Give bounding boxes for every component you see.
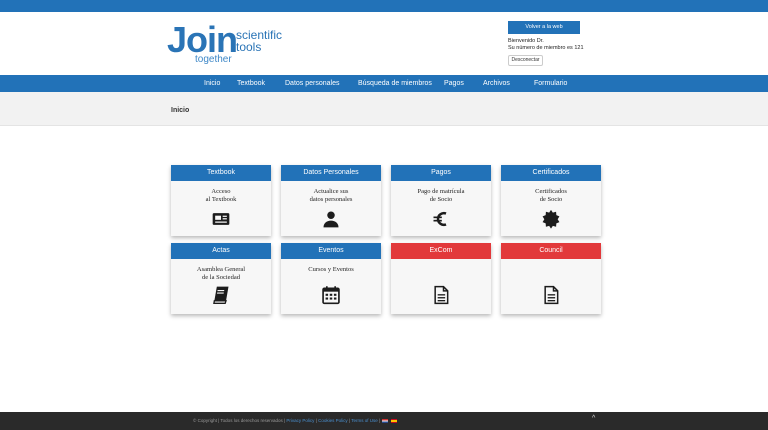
card-line2: de Socio [429,195,453,203]
card-description: Acceso al Textbook [171,188,271,203]
card-description: Cursos y Eventos [281,266,381,274]
card-excom[interactable]: ExCom [391,243,491,314]
footer: © Copyright | Todos los derechos reserva… [0,412,768,430]
card-line1: Cursos y Eventos [308,266,354,273]
card-pagos[interactable]: Pagos Pago de matrícula de Socio [391,165,491,236]
document-icon [541,285,561,305]
newspaper-icon [211,209,231,229]
nav-item-datos-personales[interactable]: Datos personales [285,75,339,92]
nav-item-inicio[interactable]: Inicio [204,75,220,92]
user-icon [321,209,341,229]
header: Join scientific tools together Volver a … [0,12,768,75]
spanish-flag-icon[interactable] [390,418,397,423]
card-title: Eventos [281,243,381,259]
main-nav: Inicio Textbook Datos personales Búsqued… [0,75,768,92]
nav-item-formulario[interactable]: Formulario [534,75,567,92]
page-title: Inicio [171,107,190,114]
nav-item-pagos[interactable]: Pagos [444,75,464,92]
card-description: Asamblea General de la Sociedad [171,266,271,281]
card-line2: de Socio [539,195,563,203]
card-description: Actualice sus datos personales [281,188,381,203]
nav-item-textbook[interactable]: Textbook [237,75,265,92]
rights-text: | Todos los derechos reservados | [218,418,286,423]
card-textbook[interactable]: Textbook Acceso al Textbook [171,165,271,236]
cookies-link[interactable]: Cookies Policy [318,418,348,423]
card-description: Pago de matrícula de Socio [391,188,491,203]
euro-icon [431,209,451,229]
english-flag-icon[interactable] [382,418,389,423]
terms-link[interactable]: Terms of Use [351,418,378,423]
nav-item-busqueda-miembros[interactable]: Búsqueda de miembros [358,75,432,92]
scroll-to-top-icon[interactable]: ^ [592,415,595,422]
top-strip [0,0,768,12]
welcome-text: Bienvenido Dr. Su número de miembro es 1… [508,38,584,52]
logo-word: Join [167,19,238,60]
card-line1: Asamblea General [196,266,246,273]
card-title: Certificados [501,165,601,181]
card-line1: Certificados [535,188,567,195]
card-title: Pagos [391,165,491,181]
card-actas[interactable]: Actas Asamblea General de la Sociedad [171,243,271,314]
card-title: ExCom [391,243,491,259]
card-line2: datos personales [309,195,353,203]
privacy-link[interactable]: Privacy Policy [286,418,314,423]
card-line2: al Textbook [205,195,237,203]
card-title: Council [501,243,601,259]
logo-line2: tools [236,40,262,54]
back-to-web-button[interactable]: Volver a la web [508,21,580,34]
breadcrumb: Inicio [0,92,768,126]
card-line2: de la Sociedad [202,273,240,281]
card-line1: Acceso [211,188,231,195]
card-title: Datos Personales [281,165,381,181]
logout-button[interactable]: Desconectar [508,55,543,66]
card-datos-personales[interactable]: Datos Personales Actualice sus datos per… [281,165,381,236]
nav-item-archivos[interactable]: Archivos [483,75,510,92]
logo-tagline: together [195,54,232,65]
welcome-line1: Bienvenido Dr. [508,38,544,44]
separator: | [348,418,351,423]
separator: | [379,418,381,423]
card-title: Actas [171,243,271,259]
card-description: Certificados de Socio [501,188,601,203]
member-number-text: Su número de miembro es 121 [508,45,584,51]
footer-text: © Copyright | Todos los derechos reserva… [193,417,397,425]
card-line1: Actualice sus [313,188,349,195]
card-line1: Pago de matrícula [417,188,465,195]
book-icon [211,285,231,305]
card-title: Textbook [171,165,271,181]
copyright-text: © Copyright [193,418,217,423]
calendar-icon [321,285,341,305]
certificate-icon [541,209,561,229]
card-council[interactable]: Council [501,243,601,314]
card-eventos[interactable]: Eventos Cursos y Eventos [281,243,381,314]
card-certificados[interactable]: Certificados Certificados de Socio [501,165,601,236]
separator: | [315,418,317,423]
join-logo[interactable]: Join scientific tools together [167,22,307,68]
document-icon [431,285,451,305]
